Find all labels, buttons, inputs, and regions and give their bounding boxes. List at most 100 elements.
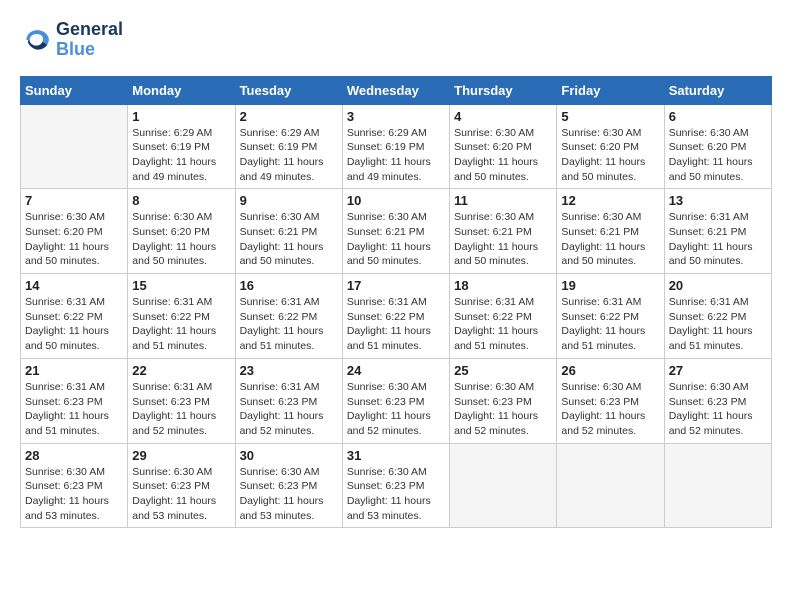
day-sun-info: Sunrise: 6:30 AMSunset: 6:23 PMDaylight:… [132,465,230,524]
calendar-day-cell: 22 Sunrise: 6:31 AMSunset: 6:23 PMDayligh… [128,358,235,443]
calendar-week-row: 21 Sunrise: 6:31 AMSunset: 6:23 PMDayligh… [21,358,772,443]
day-sun-info: Sunrise: 6:29 AMSunset: 6:19 PMDaylight:… [347,126,445,185]
calendar-day-cell: 29Sunrise: 6:30 AMSunset: 6:23 PMDayligh… [128,443,235,528]
day-number: 21 [25,363,123,378]
calendar-day-cell [450,443,557,528]
day-number: 7 [25,193,123,208]
calendar-day-cell: 10Sunrise: 6:30 AMSunset: 6:21 PMDayligh… [342,189,449,274]
day-sun-info: Sunrise: 6:30 AMSunset: 6:23 PMDaylight:… [347,465,445,524]
calendar-day-cell: 7Sunrise: 6:30 AMSunset: 6:20 PMDaylight… [21,189,128,274]
day-of-week-header: Thursday [450,76,557,104]
day-sun-info: Sunrise: 6:30 AMSunset: 6:20 PMDaylight:… [454,126,552,185]
day-sun-info: Sunrise: 6:30 AMSunset: 6:20 PMDaylight:… [561,126,659,185]
day-of-week-header: Saturday [664,76,771,104]
day-number: 2 [240,109,338,124]
day-sun-info: Sunrise: 6:31 AMSunset: 6:22 PMDaylight:… [561,295,659,354]
day-number: 23 [240,363,338,378]
calendar-day-cell: 8 Sunrise: 6:30 AMSunset: 6:20 PMDaylight… [128,189,235,274]
calendar-day-cell: 30 Sunrise: 6:30 AMSunset: 6:23 PMDayligh… [235,443,342,528]
calendar-day-cell: 11Sunrise: 6:30 AMSunset: 6:21 PMDayligh… [450,189,557,274]
day-number: 31 [347,448,445,463]
day-sun-info: Sunrise: 6:30 AMSunset: 6:21 PMDaylight:… [240,210,338,269]
calendar-day-cell: 27 Sunrise: 6:30 AMSunset: 6:23 PMDayligh… [664,358,771,443]
calendar-day-cell: 23 Sunrise: 6:31 AMSunset: 6:23 PMDayligh… [235,358,342,443]
day-number: 13 [669,193,767,208]
calendar-week-row: 1 Sunrise: 6:29 AMSunset: 6:19 PMDaylight… [21,104,772,189]
calendar-day-cell [557,443,664,528]
day-sun-info: Sunrise: 6:30 AMSunset: 6:20 PMDaylight:… [132,210,230,269]
day-sun-info: Sunrise: 6:31 AMSunset: 6:22 PMDaylight:… [669,295,767,354]
day-sun-info: Sunrise: 6:29 AMSunset: 6:19 PMDaylight:… [240,126,338,185]
calendar-day-cell: 13Sunrise: 6:31 AMSunset: 6:21 PMDayligh… [664,189,771,274]
day-sun-info: Sunrise: 6:30 AMSunset: 6:21 PMDaylight:… [561,210,659,269]
calendar-day-cell: 9 Sunrise: 6:30 AMSunset: 6:21 PMDaylight… [235,189,342,274]
calendar-day-cell: 24 Sunrise: 6:30 AMSunset: 6:23 PMDayligh… [342,358,449,443]
day-number: 12 [561,193,659,208]
day-of-week-header: Tuesday [235,76,342,104]
day-number: 22 [132,363,230,378]
logo-icon [20,24,52,56]
calendar-day-cell: 5Sunrise: 6:30 AMSunset: 6:20 PMDaylight… [557,104,664,189]
day-sun-info: Sunrise: 6:31 AMSunset: 6:23 PMDaylight:… [25,380,123,439]
day-sun-info: Sunrise: 6:31 AMSunset: 6:22 PMDaylight:… [240,295,338,354]
day-number: 17 [347,278,445,293]
day-number: 27 [669,363,767,378]
logo-blue: Blue [56,40,123,60]
calendar-week-row: 28 Sunrise: 6:30 AMSunset: 6:23 PMDayligh… [21,443,772,528]
day-sun-info: Sunrise: 6:30 AMSunset: 6:23 PMDaylight:… [669,380,767,439]
day-sun-info: Sunrise: 6:30 AMSunset: 6:23 PMDaylight:… [25,465,123,524]
day-number: 8 [132,193,230,208]
day-number: 16 [240,278,338,293]
day-sun-info: Sunrise: 6:31 AMSunset: 6:22 PMDaylight:… [132,295,230,354]
day-sun-info: Sunrise: 6:30 AMSunset: 6:23 PMDaylight:… [347,380,445,439]
day-of-week-header: Monday [128,76,235,104]
day-number: 18 [454,278,552,293]
logo-general: General [56,20,123,40]
day-sun-info: Sunrise: 6:31 AMSunset: 6:23 PMDaylight:… [132,380,230,439]
page-header: General Blue [20,20,772,60]
day-number: 24 [347,363,445,378]
calendar-day-cell: 19 Sunrise: 6:31 AMSunset: 6:22 PMDayligh… [557,274,664,359]
calendar-day-cell: 20Sunrise: 6:31 AMSunset: 6:22 PMDayligh… [664,274,771,359]
day-sun-info: Sunrise: 6:31 AMSunset: 6:22 PMDaylight:… [454,295,552,354]
day-number: 1 [132,109,230,124]
day-sun-info: Sunrise: 6:30 AMSunset: 6:23 PMDaylight:… [454,380,552,439]
calendar-week-row: 7 Sunrise: 6:30 AMSunset: 6:20 PMDaylight… [21,189,772,274]
day-number: 9 [240,193,338,208]
calendar-day-cell [664,443,771,528]
calendar-header-row: SundayMondayTuesdayWednesdayThursdayFrid… [21,76,772,104]
day-sun-info: Sunrise: 6:30 AMSunset: 6:23 PMDaylight:… [240,465,338,524]
day-sun-info: Sunrise: 6:31 AMSunset: 6:23 PMDaylight:… [240,380,338,439]
calendar-day-cell: 31 Sunrise: 6:30 AMSunset: 6:23 PMDayligh… [342,443,449,528]
logo: General Blue [20,20,123,60]
day-number: 11 [454,193,552,208]
day-number: 19 [561,278,659,293]
day-of-week-header: Friday [557,76,664,104]
day-number: 30 [240,448,338,463]
day-sun-info: Sunrise: 6:31 AMSunset: 6:22 PMDaylight:… [25,295,123,354]
calendar-day-cell: 26Sunrise: 6:30 AMSunset: 6:23 PMDayligh… [557,358,664,443]
calendar-day-cell: 28 Sunrise: 6:30 AMSunset: 6:23 PMDayligh… [21,443,128,528]
calendar-day-cell: 15Sunrise: 6:31 AMSunset: 6:22 PMDayligh… [128,274,235,359]
day-number: 3 [347,109,445,124]
logo-text: General Blue [56,20,123,60]
calendar-day-cell: 18 Sunrise: 6:31 AMSunset: 6:22 PMDayligh… [450,274,557,359]
calendar-day-cell: 3 Sunrise: 6:29 AMSunset: 6:19 PMDaylight… [342,104,449,189]
calendar-day-cell: 1 Sunrise: 6:29 AMSunset: 6:19 PMDaylight… [128,104,235,189]
day-number: 25 [454,363,552,378]
calendar-day-cell: 14 Sunrise: 6:31 AMSunset: 6:22 PMDayligh… [21,274,128,359]
day-number: 14 [25,278,123,293]
day-number: 28 [25,448,123,463]
calendar-day-cell: 16 Sunrise: 6:31 AMSunset: 6:22 PMDayligh… [235,274,342,359]
calendar-week-row: 14 Sunrise: 6:31 AMSunset: 6:22 PMDayligh… [21,274,772,359]
day-sun-info: Sunrise: 6:31 AMSunset: 6:22 PMDaylight:… [347,295,445,354]
calendar-day-cell: 2 Sunrise: 6:29 AMSunset: 6:19 PMDaylight… [235,104,342,189]
calendar-day-cell [21,104,128,189]
day-sun-info: Sunrise: 6:29 AMSunset: 6:19 PMDaylight:… [132,126,230,185]
calendar-day-cell: 21 Sunrise: 6:31 AMSunset: 6:23 PMDayligh… [21,358,128,443]
day-sun-info: Sunrise: 6:30 AMSunset: 6:21 PMDaylight:… [347,210,445,269]
calendar-day-cell: 25 Sunrise: 6:30 AMSunset: 6:23 PMDayligh… [450,358,557,443]
day-of-week-header: Sunday [21,76,128,104]
calendar-day-cell: 12 Sunrise: 6:30 AMSunset: 6:21 PMDayligh… [557,189,664,274]
calendar-day-cell: 6Sunrise: 6:30 AMSunset: 6:20 PMDaylight… [664,104,771,189]
